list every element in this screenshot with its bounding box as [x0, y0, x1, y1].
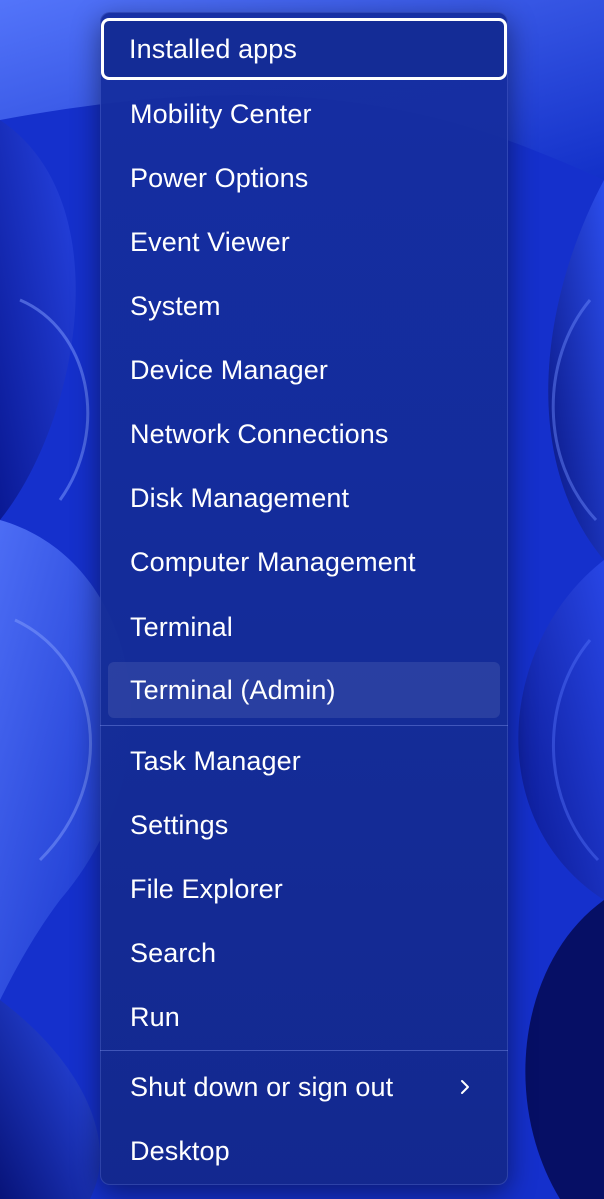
menu-item-file-explorer[interactable]: File Explorer — [102, 859, 506, 919]
menu-item-label: Installed apps — [129, 33, 298, 64]
menu-item-label: Terminal — [130, 611, 233, 642]
menu-item-label: Device Manager — [130, 354, 328, 385]
menu-item-terminal[interactable]: Terminal — [102, 597, 506, 657]
menu-item-label: Event Viewer — [130, 226, 290, 257]
menu-item-label: Task Manager — [130, 745, 301, 776]
menu-item-network-connections[interactable]: Network Connections — [102, 404, 506, 464]
menu-item-power-options[interactable]: Power Options — [102, 148, 506, 208]
menu-item-installed-apps[interactable]: Installed apps — [101, 18, 507, 80]
menu-item-label: Terminal (Admin) — [130, 674, 336, 705]
menu-item-device-manager[interactable]: Device Manager — [102, 340, 506, 400]
menu-item-event-viewer[interactable]: Event Viewer — [102, 212, 506, 272]
menu-item-label: File Explorer — [130, 873, 283, 904]
menu-item-label: Network Connections — [130, 418, 389, 449]
menu-separator — [100, 725, 508, 726]
menu-item-task-manager[interactable]: Task Manager — [102, 731, 506, 791]
menu-item-label: System — [130, 290, 221, 321]
quick-link-context-menu: Installed apps Mobility Center Power Opt… — [100, 12, 508, 1185]
menu-item-label: Desktop — [130, 1135, 230, 1166]
menu-item-computer-management[interactable]: Computer Management — [102, 532, 506, 592]
menu-item-mobility-center[interactable]: Mobility Center — [102, 84, 506, 144]
menu-item-label: Shut down or sign out — [130, 1071, 394, 1102]
menu-item-system[interactable]: System — [102, 276, 506, 336]
menu-item-settings[interactable]: Settings — [102, 795, 506, 855]
menu-item-label: Computer Management — [130, 546, 416, 577]
menu-item-label: Settings — [130, 809, 229, 840]
menu-item-shut-down-or-sign-out[interactable]: Shut down or sign out — [102, 1057, 506, 1117]
menu-item-label: Mobility Center — [130, 98, 312, 129]
menu-item-label: Run — [130, 1001, 180, 1032]
menu-item-label: Disk Management — [130, 482, 350, 513]
menu-item-disk-management[interactable]: Disk Management — [102, 468, 506, 528]
menu-separator — [100, 1050, 508, 1051]
menu-item-label: Power Options — [130, 162, 309, 193]
menu-item-run[interactable]: Run — [102, 987, 506, 1047]
menu-item-label: Search — [130, 937, 217, 968]
menu-item-search[interactable]: Search — [102, 923, 506, 983]
menu-item-terminal-admin[interactable]: Terminal (Admin) — [108, 662, 500, 718]
menu-item-desktop[interactable]: Desktop — [102, 1121, 506, 1181]
chevron-right-icon — [461, 1080, 469, 1094]
